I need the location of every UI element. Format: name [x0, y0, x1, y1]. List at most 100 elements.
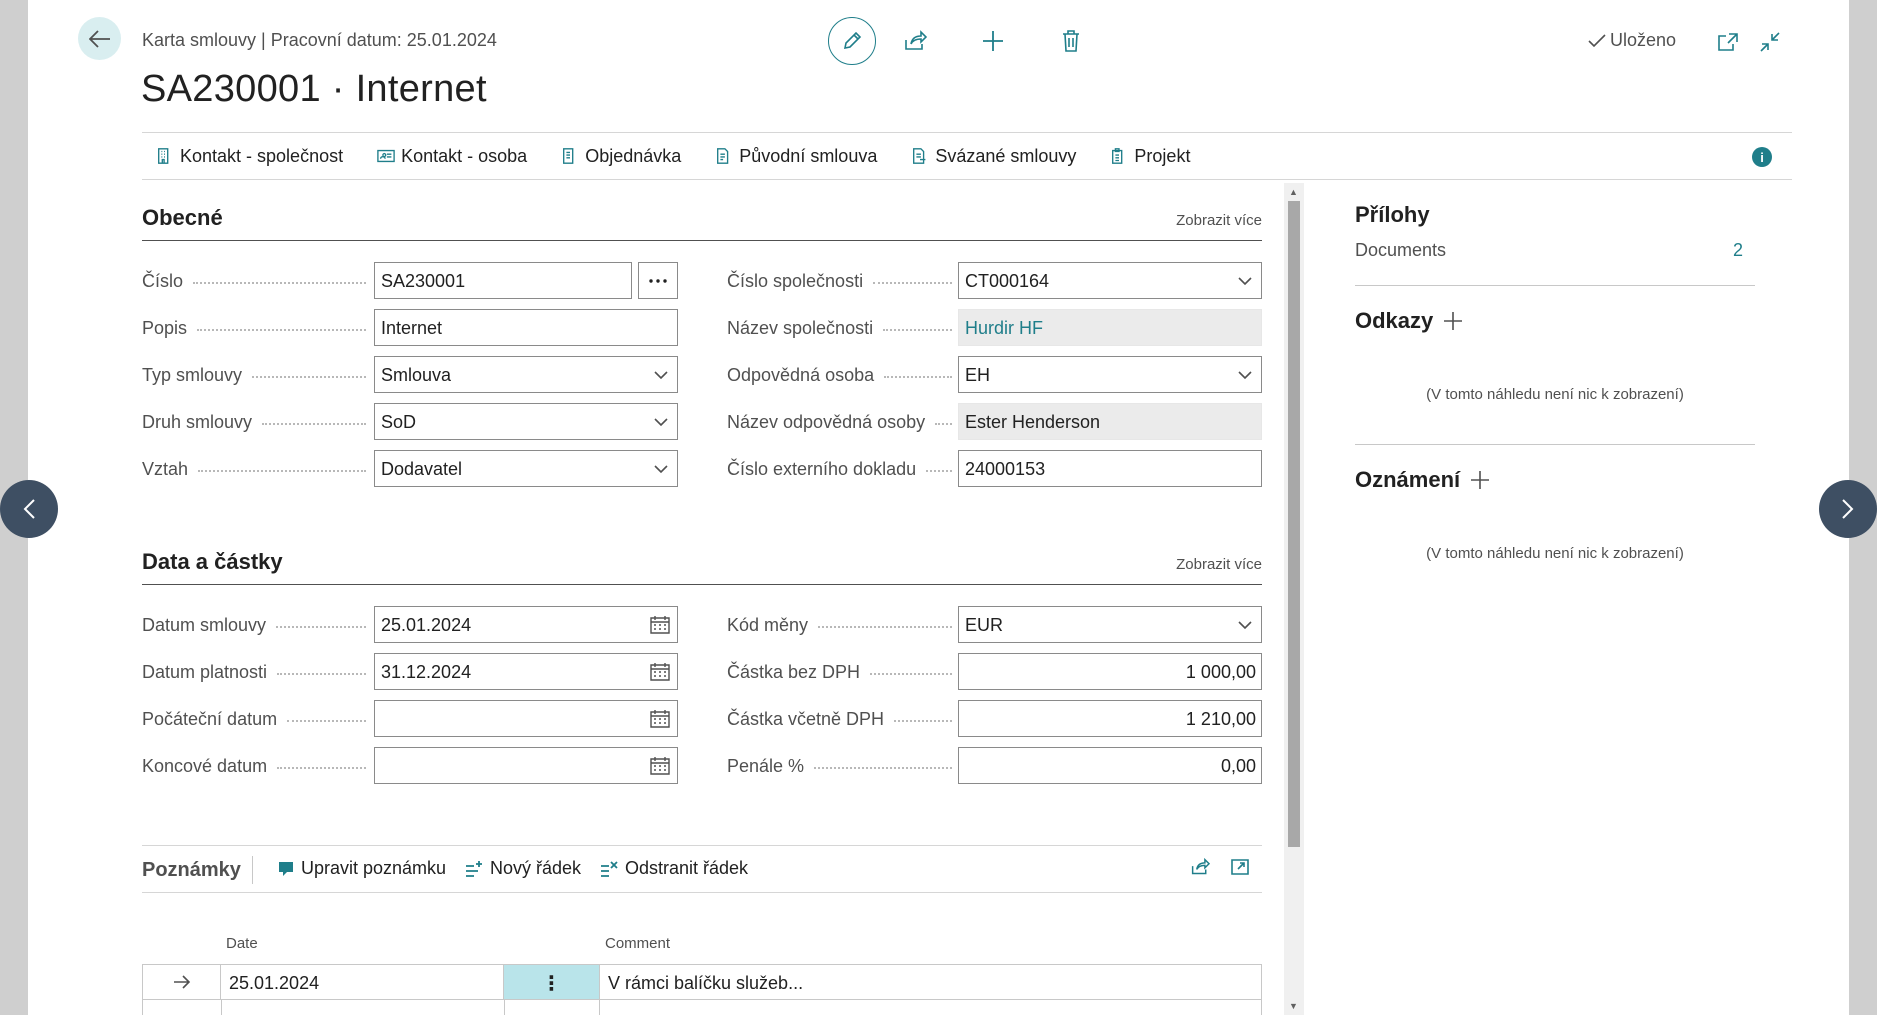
field-input[interactable]: 31.12.2024 [374, 653, 678, 690]
chevron-down-icon [654, 418, 668, 427]
field-input[interactable]: EUR [958, 606, 1262, 643]
action-bar: Kontakt - společnost Kontakt - osoba Objed… [142, 132, 1792, 180]
links-empty-text: (V tomto náhledu není nic k zobrazení) [1426, 386, 1684, 403]
field-label: Druh smlouvy [142, 412, 253, 432]
action-label: Původní smlouva [739, 145, 878, 166]
chevron-right-icon [1842, 499, 1854, 519]
info-icon[interactable]: i [1752, 147, 1772, 167]
attachments-title[interactable]: Přílohy [1355, 202, 1755, 228]
documents-label: Documents [1355, 240, 1447, 260]
add-link-icon[interactable] [1443, 311, 1463, 331]
field-input[interactable]: Smlouva [374, 356, 678, 393]
column-header-date[interactable]: Date [226, 935, 258, 952]
field-input[interactable]: 25.01.2024 [374, 606, 678, 643]
field-leader-dots [818, 626, 952, 628]
share-icon [905, 30, 927, 50]
action-original-contract[interactable]: Původní smlouva [703, 146, 877, 167]
comment-cell[interactable]: V rámci balíčku služeb... [599, 965, 1261, 999]
share-button[interactable] [876, 17, 954, 65]
field-value: Ester Henderson [965, 412, 1101, 432]
field-input[interactable]: EH [958, 356, 1262, 393]
field-leader-dots [277, 767, 366, 769]
links-title[interactable]: Odkazy [1355, 308, 1433, 334]
collapse-button[interactable] [1756, 28, 1784, 56]
field-label: Kód měny [727, 615, 809, 635]
action-order[interactable]: Objednávka [549, 146, 681, 167]
field-input[interactable]: SA230001 [374, 262, 632, 299]
action-company-contact[interactable]: Kontakt - společnost [142, 146, 343, 167]
field-value: SA230001 [381, 271, 466, 291]
field-value: EH [965, 365, 991, 385]
links-factbox: Odkazy [1355, 308, 1755, 334]
back-button[interactable] [78, 17, 121, 60]
saved-status: Uloženo [1588, 30, 1676, 51]
general-section-header: Obecné Zobrazit více [142, 205, 1262, 241]
table-row[interactable]: 25.01.2024 ⋮ V rámci balíčku služeb... [142, 964, 1262, 1000]
calendar-icon[interactable] [650, 663, 670, 681]
notes-divider [252, 856, 253, 884]
calendar-icon[interactable] [650, 616, 670, 634]
field-input[interactable]: 24000153 [958, 450, 1262, 487]
field-label: Popis [142, 318, 188, 338]
scroll-down-arrow[interactable]: ▼ [1289, 1001, 1298, 1011]
edit-button[interactable] [828, 17, 876, 65]
breadcrumb: Karta smlouvy | Pracovní datum: 25.01.20… [142, 30, 497, 50]
notes-expand-button[interactable] [1230, 858, 1250, 876]
calendar-icon[interactable] [650, 710, 670, 728]
action-linked-contracts[interactable]: Svázané smlouvy [899, 146, 1076, 167]
scroll-up-arrow[interactable]: ▲ [1289, 187, 1298, 197]
notes-title[interactable]: Poznámky [142, 859, 241, 882]
edit-note-button[interactable]: Upravit poznámku [277, 858, 446, 879]
field-input[interactable]: 1 000,00 [958, 653, 1262, 690]
next-record-button[interactable] [1819, 480, 1877, 538]
chevron-down-icon [1238, 277, 1252, 286]
edit-note-label: Upravit poznámku [301, 858, 447, 878]
action-project[interactable]: Projekt [1098, 146, 1190, 167]
chevron-down-icon [1238, 371, 1252, 380]
documents-count[interactable]: 2 [1733, 240, 1743, 261]
notes-share-button[interactable] [1190, 858, 1210, 876]
previous-record-button[interactable] [0, 480, 58, 538]
date-cell[interactable]: 25.01.2024 [221, 965, 504, 999]
field-input[interactable]: 1 210,00 [958, 700, 1262, 737]
field-input[interactable]: SoD [374, 403, 678, 440]
new-button[interactable] [954, 17, 1032, 65]
field-label: Částka včetně DPH [727, 709, 885, 729]
new-line-button[interactable]: Nový řádek [464, 858, 581, 879]
amounts-section-header: Data a částky Zobrazit více [142, 549, 1262, 585]
open-new-window-button[interactable] [1714, 28, 1742, 56]
calendar-icon[interactable] [650, 757, 670, 775]
field-input[interactable]: Hurdir HF [958, 309, 1262, 346]
action-person-contact[interactable]: Kontakt - osoba [365, 146, 527, 167]
delete-line-button[interactable]: Odstranit řádek [599, 858, 748, 879]
field-label: Název společnosti [727, 318, 874, 338]
row-menu-button[interactable]: ⋮ [504, 965, 599, 999]
top-actions [828, 17, 1110, 65]
field-input[interactable]: 0,00 [958, 747, 1262, 784]
collapse-icon [1760, 32, 1780, 52]
field-label: Název odpovědná osoby [727, 412, 926, 432]
delete-line-label: Odstranit řádek [625, 858, 749, 878]
field-input[interactable] [374, 700, 678, 737]
field-input[interactable] [374, 747, 678, 784]
field-input[interactable]: Dodavatel [374, 450, 678, 487]
general-show-more-link[interactable]: Zobrazit více [1176, 212, 1262, 229]
field-leader-dots [873, 282, 952, 284]
column-header-comment[interactable]: Comment [605, 935, 670, 952]
field-input[interactable]: Internet [374, 309, 678, 346]
field-label: Penále % [727, 756, 805, 776]
action-label: Projekt [1134, 145, 1191, 166]
add-notification-icon[interactable] [1470, 470, 1490, 490]
field-leader-dots [894, 720, 952, 722]
field-leader-dots [277, 673, 366, 675]
field-leader-dots [252, 376, 366, 378]
field-label: Typ smlouvy [142, 365, 243, 385]
original-contract-icon [717, 148, 729, 164]
content-scrollbar[interactable]: ▲ ▼ [1284, 183, 1304, 1015]
field-input[interactable]: CT000164 [958, 262, 1262, 299]
notifications-title[interactable]: Oznámení [1355, 467, 1460, 493]
scroll-thumb[interactable] [1288, 201, 1300, 847]
assist-edit-button[interactable] [638, 262, 678, 299]
delete-button[interactable] [1032, 17, 1110, 65]
amounts-show-more-link[interactable]: Zobrazit více [1176, 556, 1262, 573]
